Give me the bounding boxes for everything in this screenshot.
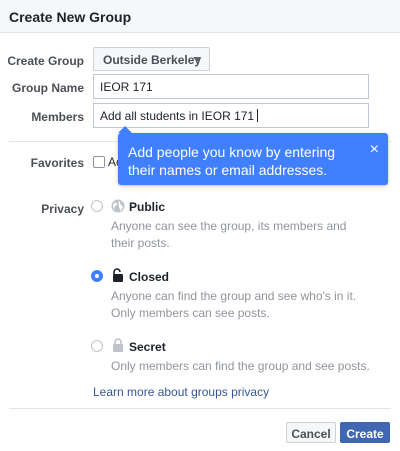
members-tooltip: Add people you know by entering their na… — [118, 126, 388, 185]
members-input[interactable]: Add all students in IEOR 171 — [93, 103, 369, 128]
radio-closed[interactable] — [91, 270, 103, 282]
create-group-label: Create Group — [7, 54, 84, 68]
chevron-down-icon — [193, 57, 201, 62]
privacy-option-public-title: Public — [129, 200, 166, 214]
divider-bottom — [9, 408, 391, 409]
create-button[interactable]: Create — [340, 422, 390, 443]
dialog-header: Create New Group — [0, 0, 400, 33]
privacy-option-secret-title: Secret — [129, 340, 166, 354]
create-group-dropdown[interactable]: Outside Berkeley — [93, 47, 210, 71]
radio-public[interactable] — [91, 200, 103, 212]
privacy-option-closed-desc: Anyone can find the group and see who's … — [111, 289, 357, 320]
close-icon[interactable]: × — [370, 142, 379, 158]
cancel-button[interactable]: Cancel — [286, 422, 336, 443]
tooltip-arrow — [118, 126, 132, 133]
favorites-checkbox[interactable] — [93, 156, 105, 168]
privacy-label: Privacy — [41, 202, 84, 216]
group-name-label: Group Name — [11, 81, 84, 95]
dialog-title: Create New Group — [9, 9, 132, 25]
radio-secret[interactable] — [91, 340, 103, 352]
unlock-icon — [113, 268, 123, 282]
globe-icon — [111, 199, 125, 213]
learn-more-privacy-link[interactable]: Learn more about groups privacy — [93, 385, 269, 399]
privacy-option-secret-desc: Only members can find the group and see … — [111, 359, 370, 373]
members-value: Add all students in IEOR 171 — [100, 109, 255, 123]
group-name-input[interactable]: IEOR 171 — [93, 74, 369, 99]
tooltip-text: Add people you know by entering their na… — [128, 144, 336, 178]
privacy-option-closed-title: Closed — [129, 270, 170, 284]
text-cursor — [257, 109, 259, 122]
create-group-value: Outside Berkeley — [103, 53, 202, 67]
group-name-value: IEOR 171 — [100, 80, 153, 94]
members-label: Members — [31, 110, 84, 124]
favorites-label: Favorites — [30, 156, 84, 170]
lock-icon — [113, 338, 123, 352]
privacy-option-public-desc: Anyone can see the group, its members an… — [111, 219, 347, 250]
